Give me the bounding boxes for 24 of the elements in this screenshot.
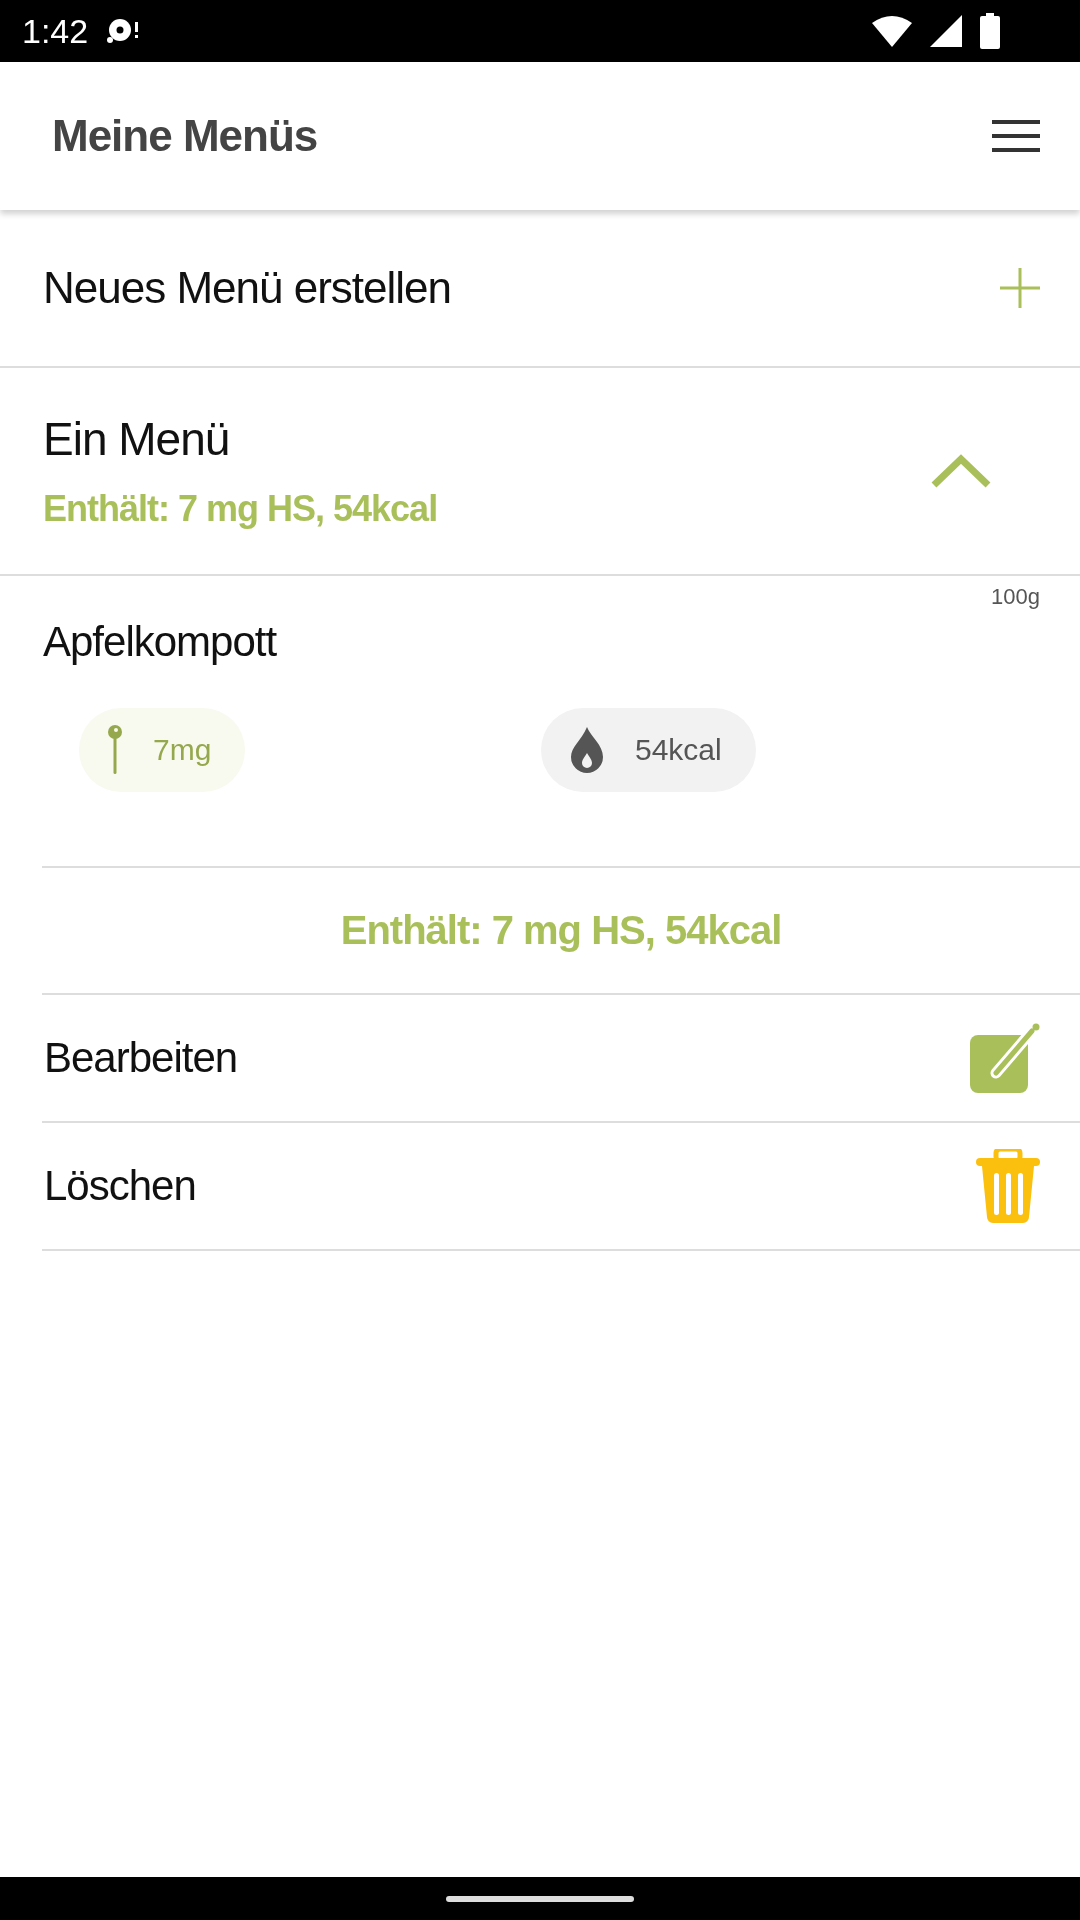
pin-icon bbox=[107, 724, 123, 776]
plus-icon[interactable] bbox=[1000, 268, 1040, 308]
menu-icon[interactable] bbox=[992, 120, 1040, 152]
battery-icon bbox=[980, 13, 1000, 49]
menu-summary: Enthält: 7 mg HS, 54kcal bbox=[43, 488, 439, 530]
menu-total: Enthält: 7 mg HS, 54kcal bbox=[340, 908, 782, 953]
trash-icon[interactable] bbox=[976, 1149, 1040, 1223]
edit-label[interactable]: Bearbeiten bbox=[44, 1034, 238, 1082]
app-title: Meine Menüs bbox=[52, 111, 318, 161]
create-menu-label[interactable]: Neues Menü erstellen bbox=[43, 263, 451, 313]
home-handle[interactable] bbox=[446, 1895, 634, 1902]
edit-icon[interactable] bbox=[970, 1023, 1040, 1093]
nutrient-pill: 7mg bbox=[79, 708, 246, 792]
signal-icon bbox=[930, 15, 962, 47]
item-amount: 100g bbox=[991, 584, 1040, 610]
status-time: 1:42 bbox=[22, 11, 89, 51]
flame-icon bbox=[569, 727, 605, 773]
media-icon bbox=[106, 18, 141, 44]
item-name: Apfelkompott bbox=[43, 618, 278, 666]
menu-name: Ein Menü bbox=[43, 412, 231, 466]
chevron-up-icon[interactable] bbox=[930, 453, 992, 489]
wifi-icon bbox=[872, 15, 912, 47]
delete-label[interactable]: Löschen bbox=[44, 1162, 196, 1210]
nutrient-pill: 54kcal bbox=[541, 708, 756, 792]
